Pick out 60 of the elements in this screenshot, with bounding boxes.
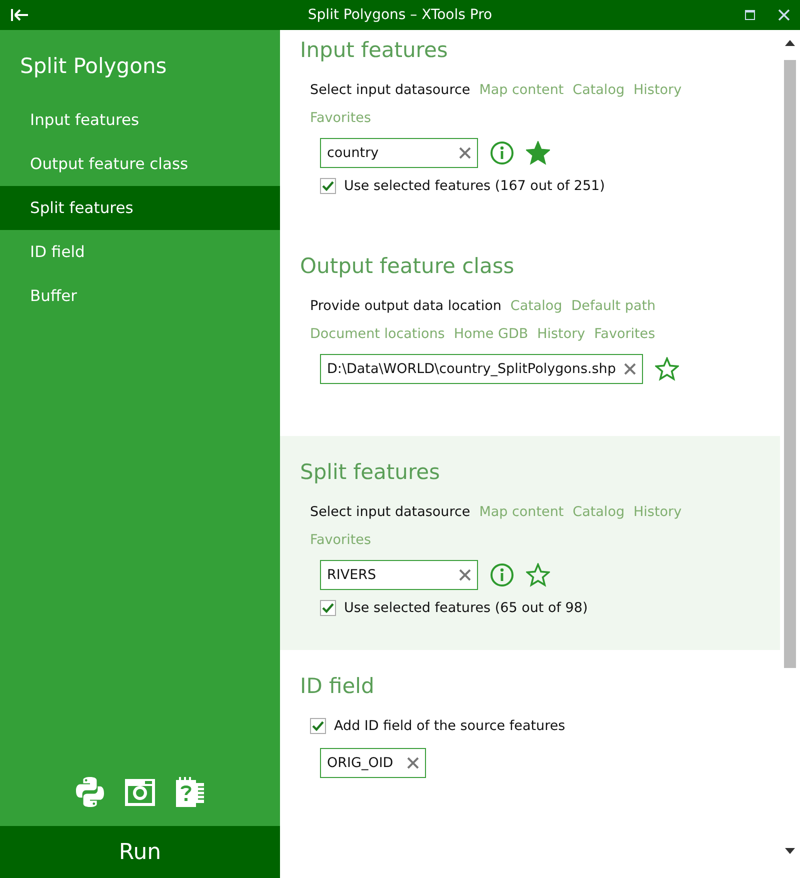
star-icon[interactable] <box>526 141 550 165</box>
checkbox[interactable] <box>320 600 336 616</box>
source-link[interactable]: Catalog <box>572 504 625 520</box>
source-link[interactable]: Home GDB <box>454 326 528 342</box>
sidebar-title: Split Polygons <box>19 53 168 80</box>
section-title: Input features <box>300 38 449 62</box>
clear-icon[interactable] <box>459 569 471 581</box>
input-field[interactable]: country <box>320 138 478 168</box>
camera-icon[interactable] <box>124 776 156 808</box>
info-icon[interactable] <box>490 141 514 165</box>
source-link[interactable]: Favorites <box>310 110 371 126</box>
close-icon[interactable] <box>778 9 790 21</box>
source-link[interactable]: Favorites <box>594 326 656 342</box>
source-link[interactable]: Map content <box>479 504 564 520</box>
source-link[interactable]: History <box>537 326 586 342</box>
source-link[interactable]: History <box>634 82 682 98</box>
section-title: ID field <box>300 674 376 698</box>
sidebar-item[interactable]: Output feature class <box>0 142 280 186</box>
clear-icon[interactable] <box>407 757 419 769</box>
checkbox[interactable] <box>320 178 336 194</box>
scroll-up-icon[interactable] <box>785 40 795 46</box>
star-outline-icon[interactable] <box>526 563 550 587</box>
clear-icon[interactable] <box>624 363 636 375</box>
checkbox-label: Use selected features (167 out of 251) <box>344 178 605 194</box>
checkbox-label: Use selected features (65 out of 98) <box>344 600 588 616</box>
source-link[interactable]: Favorites <box>310 532 371 548</box>
star-outline-icon[interactable] <box>654 357 679 381</box>
python-icon[interactable] <box>74 776 106 808</box>
source-link[interactable]: Catalog <box>572 82 625 98</box>
source-link[interactable]: Map content <box>479 82 564 98</box>
run-button[interactable]: Run <box>0 826 280 878</box>
section-title: Output feature class <box>300 254 516 278</box>
sidebar-item[interactable]: Buffer <box>0 274 280 318</box>
section-title: Split features <box>300 460 441 484</box>
maximize-icon[interactable] <box>745 10 755 20</box>
scrollbar-thumb[interactable] <box>784 60 796 668</box>
check-icon[interactable] <box>322 181 334 191</box>
source-link[interactable]: History <box>634 504 682 520</box>
checkbox-label: Add ID field of the source features <box>334 718 566 734</box>
input-field[interactable]: D:\Data\WORLD\country_SplitPolygons.shp <box>320 354 643 384</box>
prompt-label: Select input datasource <box>310 82 470 98</box>
scroll-down-icon[interactable] <box>785 848 795 854</box>
clear-icon[interactable] <box>459 147 471 159</box>
check-icon[interactable] <box>312 721 324 731</box>
window-title: Split Polygons – XTools Pro <box>308 7 492 23</box>
prompt-label: Provide output data location <box>310 298 502 314</box>
collapse-icon[interactable] <box>11 8 29 22</box>
source-link[interactable]: Document locations <box>310 326 445 342</box>
prompt-label: Select input datasource <box>310 504 470 520</box>
info-icon[interactable] <box>490 563 514 587</box>
source-link[interactable]: Default path <box>571 298 656 314</box>
input-field[interactable]: RIVERS <box>320 560 478 590</box>
help-notebook-icon[interactable] <box>174 776 206 808</box>
input-field[interactable]: ORIG_OID <box>320 748 426 778</box>
check-icon[interactable] <box>322 603 334 613</box>
sidebar-item[interactable]: ID field <box>0 230 280 274</box>
sidebar-item[interactable]: Input features <box>0 98 280 142</box>
sidebar-item[interactable]: Split features <box>0 186 280 230</box>
source-link[interactable]: Catalog <box>510 298 562 314</box>
checkbox[interactable] <box>310 718 326 734</box>
